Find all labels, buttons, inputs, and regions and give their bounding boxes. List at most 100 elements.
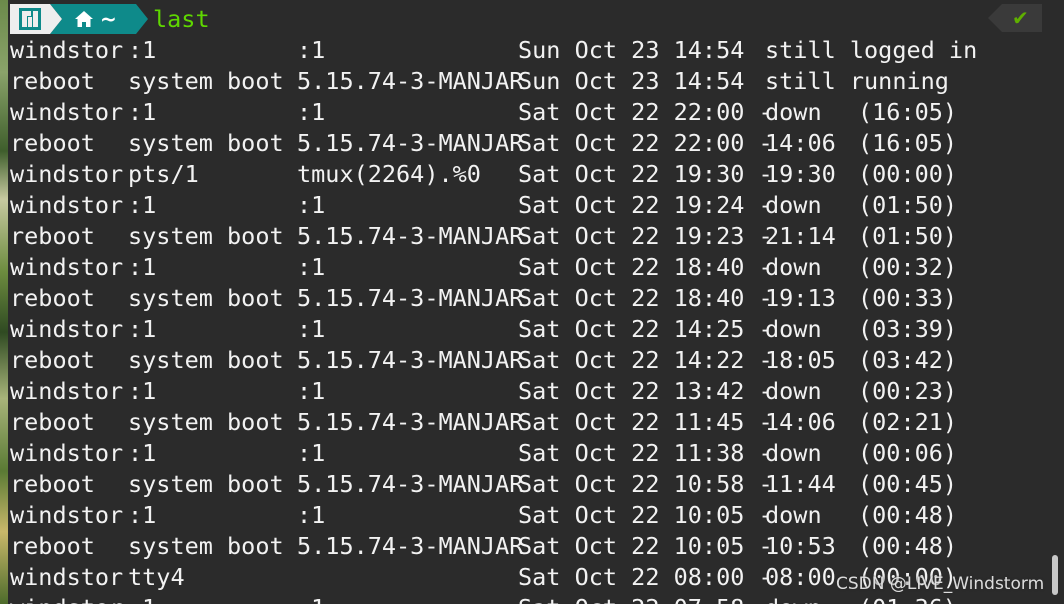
cell-when: Sat Oct 22 11:38 - [518, 439, 773, 467]
cell-end: 14:06 [765, 408, 836, 436]
cell-user: reboot [10, 470, 95, 498]
cell-end: down [765, 593, 822, 604]
cell-host: 5.15.74-3-MANJAR [297, 532, 524, 560]
cell-end: 14:06 [765, 129, 836, 157]
cell-user: windstor [10, 160, 124, 188]
cell-tty: system boot [128, 67, 284, 95]
cell-tty: :1 [128, 36, 157, 64]
cell-host: :1 [297, 98, 326, 126]
cell-tty: :1 [128, 593, 156, 604]
cell-end: 19:30 [765, 160, 836, 188]
output-row: windstor:1:1 Sat Oct 22 10:05 - down (00:48… [10, 500, 1050, 531]
cell-when: Sat Oct 22 10:58 - [518, 470, 773, 498]
cell-dur: (01:50) [858, 191, 958, 219]
output-row: reboot system boot 5.15.74-3-MANJAR Sat Oct… [10, 345, 1050, 376]
cell-tty: system boot [128, 532, 284, 560]
cell-user: reboot [10, 67, 95, 95]
output-row: windstor:1:1 Sat Oct 22 13:42 - down (00:23… [10, 376, 1050, 407]
output-row: windstor:1:1 Sat Oct 22 19:24 - down (01:50… [10, 190, 1050, 221]
cell-user: reboot [10, 408, 95, 436]
cell-user: reboot [10, 222, 95, 250]
output-row: windstor:1:1 Sat Oct 22 11:38 - down (00:06… [10, 438, 1050, 469]
cell-when: Sat Oct 22 07:58 - [518, 593, 773, 604]
cell-host: :1 [297, 377, 326, 405]
cell-dur: (16:05) [858, 98, 958, 126]
cell-when: Sun Oct 23 14:54 [518, 36, 745, 64]
cell-end: 08:00 [765, 563, 836, 591]
scrollbar-thumb[interactable] [1052, 555, 1058, 595]
output-row: windstor:1:1 Sun Oct 23 14:54 still logged… [10, 35, 1050, 66]
cell-host: tmux(2264).%0 [297, 160, 481, 188]
cell-user: windstor [10, 253, 124, 281]
cell-dur: (00:06) [858, 439, 958, 467]
cell-host: :1 [297, 253, 326, 281]
cell-host: 5.15.74-3-MANJAR [297, 67, 524, 95]
cell-tty: system boot [128, 129, 284, 157]
cell-user: reboot [10, 346, 95, 374]
cell-user: windstor [10, 439, 124, 467]
last-output: windstor:1:1 Sun Oct 23 14:54 still logged… [10, 35, 1050, 604]
desktop-wallpaper-edge [0, 0, 8, 604]
cell-end: down [765, 377, 822, 405]
cell-dur: (03:42) [858, 346, 958, 374]
cell-when: Sat Oct 22 10:05 - [518, 532, 773, 560]
cell-dur: (03:39) [858, 315, 958, 343]
home-icon [75, 11, 93, 27]
output-row: reboot system boot 5.15.74-3-MANJAR Sat Oct… [10, 128, 1050, 159]
output-row: reboot system boot 5.15.74-3-MANJAR Sat Oct… [10, 283, 1050, 314]
cell-tty: tty4 [128, 563, 185, 591]
cell-tty: :1 [128, 315, 157, 343]
cell-host: 5.15.74-3-MANJAR [297, 346, 524, 374]
cell-tty: pts/1 [128, 160, 199, 188]
cell-tty: system boot [128, 470, 284, 498]
cell-dur: (00:33) [858, 284, 958, 312]
cell-end: still running [765, 67, 949, 95]
cell-host: :1 [297, 501, 326, 529]
cell-host: :1 [297, 191, 326, 219]
cell-tty: system boot [128, 408, 284, 436]
cell-dur: (00:00) [858, 160, 958, 188]
output-row: windstor:1:1 Sat Oct 22 22:00 - down (16:05… [10, 97, 1050, 128]
shell-prompt: ~ last [10, 4, 1050, 34]
cell-host: :1 [297, 593, 325, 604]
cell-end: 21:14 [765, 222, 836, 250]
cell-when: Sat Oct 22 22:00 - [518, 129, 773, 157]
output-row: reboot system boot 5.15.74-3-MANJAR Sat Oct… [10, 407, 1050, 438]
cell-end: down [765, 191, 822, 219]
command-text: last [153, 5, 210, 33]
cell-when: Sat Oct 22 18:40 - [518, 253, 773, 281]
prompt-logo-separator [50, 4, 62, 34]
prompt-path-segment [50, 4, 148, 34]
output-row: reboot system boot 5.15.74-3-MANJAR Sat Oct… [10, 531, 1050, 562]
cell-when: Sat Oct 22 18:40 - [518, 284, 773, 312]
cell-when: Sat Oct 22 19:23 - [518, 222, 773, 250]
cell-when: Sat Oct 22 14:25 - [518, 315, 773, 343]
cell-user: windstor [10, 501, 124, 529]
cell-tty: :1 [128, 253, 157, 281]
cell-dur: (01:50) [858, 222, 958, 250]
cell-host: 5.15.74-3-MANJAR [297, 470, 524, 498]
cell-end: down [765, 98, 822, 126]
cell-end: 10:53 [765, 532, 836, 560]
cell-when: Sat Oct 22 11:45 - [518, 408, 773, 436]
manjaro-logo-icon [19, 8, 41, 30]
cell-end: down [765, 253, 822, 281]
cell-when: Sat Oct 22 19:30 - [518, 160, 773, 188]
cell-host: 5.15.74-3-MANJAR [297, 222, 524, 250]
cell-tty: :1 [128, 501, 157, 529]
cell-user: reboot [10, 532, 95, 560]
cell-end: 19:13 [765, 284, 836, 312]
output-row: windstor:1:1 Sat Oct 22 18:40 - down (00:32… [10, 252, 1050, 283]
cell-tty: system boot [128, 222, 284, 250]
cell-tty: system boot [128, 284, 284, 312]
terminal-window[interactable]: ~ last ✔ windstor:1:1 Sun Oct 23 14:54 sti… [0, 0, 1064, 604]
cell-when: Sun Oct 23 14:54 [518, 67, 745, 95]
cell-host: :1 [297, 315, 326, 343]
cell-dur: (00:32) [858, 253, 958, 281]
cell-tty: system boot [128, 346, 284, 374]
cell-end: down [765, 315, 822, 343]
cell-dur: (16:05) [858, 129, 958, 157]
cell-host: :1 [297, 36, 326, 64]
checkmark-icon: ✔ [1012, 6, 1029, 30]
cell-user: windstor [10, 315, 124, 343]
